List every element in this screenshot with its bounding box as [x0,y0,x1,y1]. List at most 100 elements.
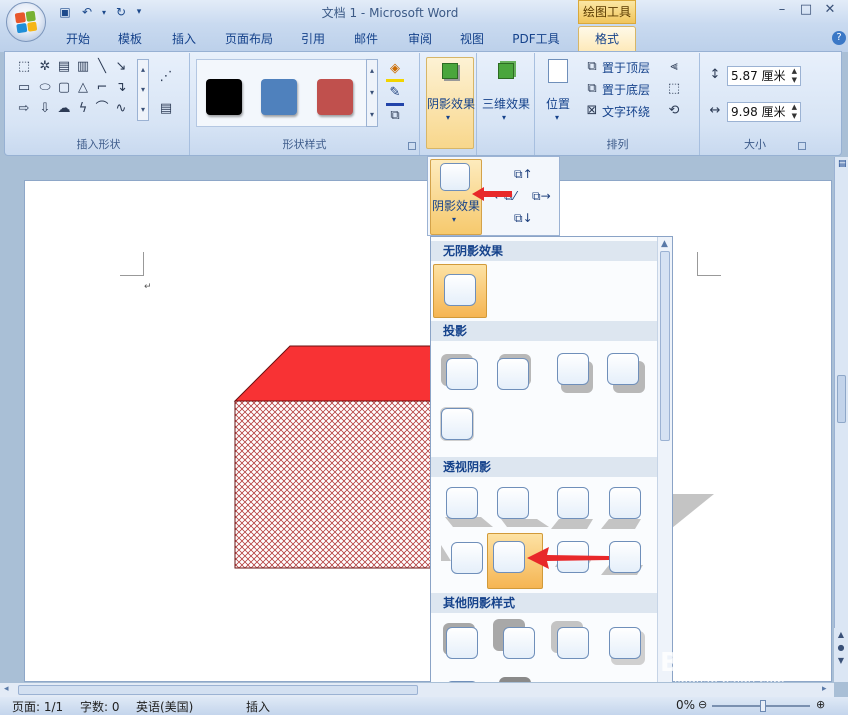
nudge-up-icon[interactable]: ⧉↑ [514,167,533,182]
align-icon[interactable]: ⫷ [666,59,682,75]
curve-shape-icon[interactable]: ∿ [113,101,129,117]
down-arrow-shape-icon[interactable]: ⇩ [37,101,53,117]
tab-home[interactable]: 开始 [58,28,98,50]
text-wrap-button[interactable]: 文字环绕 [602,103,650,120]
other-shadow-option-4[interactable] [609,627,641,659]
height-input[interactable]: 5.87 厘米 ▲ ▼ [727,66,801,86]
rounded-rect-icon[interactable]: ▢ [56,80,72,96]
office-button[interactable] [6,2,46,42]
scroll-right-icon[interactable]: ▸ [822,684,827,694]
perspective-shadow-option-5[interactable] [451,542,483,574]
style-swatch-black[interactable] [206,79,242,115]
size-launcher[interactable] [798,142,806,150]
width-spinner-icon[interactable]: ▲ ▼ [792,103,797,121]
line-color-icon[interactable]: ✎ [387,85,403,101]
vertical-textbox-icon[interactable]: ▥ [75,59,91,75]
bring-front-button[interactable]: 置于顶层 [602,59,650,76]
elbow-connector-icon[interactable]: ⌐ [94,80,110,96]
nudge-down-icon[interactable]: ⧉↓ [514,211,533,226]
save-icon[interactable]: ▣ [56,3,74,21]
style-swatch-blue[interactable] [261,79,297,115]
draw-textbox-icon[interactable]: ▤ [158,101,174,117]
style-swatch-red[interactable] [317,79,353,115]
shadow-effect-dropdown-icon[interactable]: ▾ [446,113,450,122]
perspective-shadow-option-1[interactable] [446,487,478,519]
other-shadow-option-3[interactable] [557,627,589,659]
tab-page-layout[interactable]: 页面布局 [217,28,281,50]
scroll-left-icon[interactable]: ◂ [4,684,9,694]
redo-icon[interactable]: ↻ [112,3,130,21]
zoom-level[interactable]: 0% [676,698,695,712]
sun-shape-icon[interactable]: ✲ [37,59,53,75]
drop-shadow-option-1[interactable] [446,358,478,390]
maximize-button[interactable]: □ [794,0,818,20]
elbow-arrow-icon[interactable]: ↴ [113,80,129,96]
drop-shadow-option-5[interactable] [441,408,473,440]
tab-template[interactable]: 模板 [110,28,150,50]
status-words[interactable]: 字数: 0 [80,698,120,715]
zoom-slider-thumb[interactable] [760,700,766,712]
other-shadow-option-2[interactable] [503,627,535,659]
fill-color-icon[interactable]: ◈ [387,61,403,77]
zoom-in-icon[interactable]: ⊕ [816,698,825,711]
shadow-effect-button[interactable]: 阴影效果 [427,95,475,112]
perspective-shadow-option-6[interactable] [493,541,525,573]
arc-shape-icon[interactable]: ⌒ [94,101,110,117]
box-shape[interactable] [230,340,440,575]
close-button[interactable]: ✕ [818,0,842,20]
horizontal-scrollbar[interactable]: ◂ ▸ [0,682,834,697]
shape-styles-launcher[interactable] [408,142,416,150]
style-gallery-scroll[interactable]: ▴ ▾ ▾ [366,59,378,127]
change-shape-icon[interactable]: ⧉ [387,108,403,124]
nudge-right-icon[interactable]: ⧉→ [532,189,551,204]
vertical-scroll-thumb[interactable] [837,375,846,423]
status-page[interactable]: 页面: 1/1 [12,698,63,715]
line-shape-icon[interactable]: ╲ [94,59,110,75]
zoom-out-icon[interactable]: ⊖ [698,698,707,711]
send-back-button[interactable]: 置于底层 [602,81,650,98]
tab-format[interactable]: 格式 [578,26,636,52]
tab-references[interactable]: 引用 [293,28,333,50]
cube-shape-icon[interactable]: ⬚ [16,59,32,75]
oval-shape-icon[interactable]: ⬭ [37,80,53,96]
tab-review[interactable]: 审阅 [400,28,440,50]
group-objects-icon[interactable]: ⬚ [666,81,682,97]
edit-shape-icon[interactable]: ⋰ [158,69,174,85]
page-nav-buttons[interactable]: ▲ ● ▼ [834,628,848,682]
triangle-shape-icon[interactable]: △ [75,80,91,96]
perspective-shadow-option-8[interactable] [609,541,641,573]
horizontal-scroll-thumb[interactable] [18,685,418,695]
lightning-shape-icon[interactable]: ϟ [75,101,91,117]
perspective-shadow-option-4[interactable] [609,487,641,519]
3d-effect-button[interactable]: 三维效果 [482,95,530,112]
gallery-scroll-thumb[interactable] [660,251,670,441]
rotate-icon[interactable]: ⟲ [666,103,682,119]
other-shadow-option-1[interactable] [446,627,478,659]
tab-pdf-tools[interactable]: PDF工具 [504,28,568,50]
shapes-gallery-scroll[interactable]: ▴ ▾ ▾ [137,59,149,121]
position-dropdown-icon[interactable]: ▾ [555,113,559,122]
drop-shadow-option-3[interactable] [557,353,589,385]
position-button[interactable]: 位置 [546,95,570,112]
3d-effect-dropdown-icon[interactable]: ▾ [502,113,506,122]
gallery-scroll-up-icon[interactable]: ▲ [661,239,668,249]
box-top-face[interactable] [233,345,440,402]
tab-insert[interactable]: 插入 [164,28,204,50]
textbox-shape-icon[interactable]: ▤ [56,59,72,75]
status-language[interactable]: 英语(美国) [136,698,193,715]
vertical-scrollbar[interactable]: ▤ [834,157,848,682]
drop-shadow-option-4[interactable] [607,353,639,385]
help-icon[interactable]: ? [832,31,846,45]
box-front-face[interactable] [234,400,440,569]
ruler-toggle-icon[interactable]: ▤ [838,159,847,169]
rectangle-shape-icon[interactable]: ▭ [16,80,32,96]
height-spinner-icon[interactable]: ▲ ▼ [792,67,797,85]
perspective-shadow-option-2[interactable] [497,487,529,519]
no-shadow-option[interactable] [444,274,476,306]
undo-dropdown-icon[interactable]: ▾ [100,3,108,21]
undo-icon[interactable]: ↶ [78,3,96,21]
customize-qat-icon[interactable]: ▾ [134,3,144,21]
cloud-shape-icon[interactable]: ☁ [56,101,72,117]
perspective-shadow-option-3[interactable] [557,487,589,519]
right-arrow-shape-icon[interactable]: ⇨ [16,101,32,117]
